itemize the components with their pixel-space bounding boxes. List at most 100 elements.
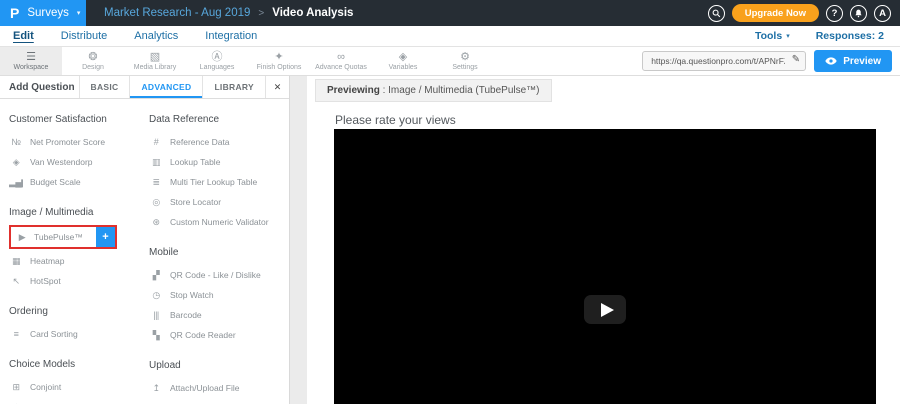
question-type-label: Lookup Table — [170, 157, 220, 167]
surveys-menu[interactable]: P Surveys ▾ — [0, 0, 86, 26]
previewing-label: Previewing — [327, 85, 380, 96]
notifications-button[interactable] — [850, 5, 867, 22]
toolbar-item-design[interactable]: ❂Design — [62, 47, 124, 75]
tag-icon: ◈ — [9, 157, 23, 168]
nav-tab-distribute[interactable]: Distribute — [61, 30, 107, 42]
upload-icon: ↥ — [149, 383, 163, 394]
edit-url-icon[interactable]: ✎ — [792, 54, 800, 65]
toolbar-item-label: Languages — [200, 64, 235, 71]
toolbar-item-advance-quotas[interactable]: ∞Advance Quotas — [310, 47, 372, 75]
preview-button[interactable]: Preview — [814, 50, 892, 72]
caret-down-icon: ▾ — [786, 32, 790, 40]
toolbar-item-media-library[interactable]: ▧Media Library — [124, 47, 186, 75]
question-type-multi-tier-lookup-table[interactable]: ≣Multi Tier Lookup Table — [149, 172, 289, 192]
upgrade-now-button[interactable]: Upgrade Now — [732, 4, 819, 22]
question-type-hotspot[interactable]: ↖HotSpot — [9, 271, 149, 291]
nav-tab-analytics[interactable]: Analytics — [134, 30, 178, 42]
toolbar-item-workspace[interactable]: ☰Workspace — [0, 47, 62, 75]
breadcrumb-survey-link[interactable]: Market Research - Aug 2019 — [104, 7, 250, 19]
question-type-qr-code-reader[interactable]: ▚ QR Code Reader — [149, 325, 289, 345]
question-type-reference-data[interactable]: #Reference Data — [149, 132, 289, 152]
eye-icon — [825, 57, 837, 65]
section-heading: Customer Satisfaction — [9, 114, 149, 125]
heatmap-icon: ▦ — [9, 256, 23, 267]
toolbar-item-languages[interactable]: ⒶLanguages — [186, 47, 248, 75]
responses-link[interactable]: Responses: 2 — [816, 30, 884, 42]
question-type-custom-numeric-validator[interactable]: ⊛Custom Numeric Validator — [149, 212, 289, 232]
question-type-store-locator[interactable]: ◎Store Locator — [149, 192, 289, 212]
topbar-actions: Upgrade Now ? A — [708, 4, 900, 22]
question-type-net-promoter-score[interactable]: №Net Promoter Score — [9, 132, 149, 152]
toolbar-item-label: Settings — [452, 64, 477, 71]
play-button[interactable] — [584, 295, 626, 324]
top-bar: P Surveys ▾ Market Research - Aug 2019 >… — [0, 0, 900, 26]
workspace-toolbar: ☰Workspace❂Design▧Media LibraryⒶLanguage… — [0, 47, 900, 76]
question-type-label: QR Code Reader — [170, 330, 236, 340]
question-type-label: Store Locator — [170, 197, 221, 207]
preview-label: Preview — [843, 56, 881, 67]
previewing-tab: Previewing : Image / Multimedia (TubePul… — [315, 79, 552, 102]
search-button[interactable] — [708, 5, 725, 22]
question-type-label: Attach/Upload File — [170, 383, 239, 393]
question-type-label: TubePulse™ — [34, 232, 83, 242]
tools-menu[interactable]: Tools ▾ — [755, 30, 790, 42]
toolbar-item-settings[interactable]: ⚙Settings — [434, 47, 496, 75]
survey-url-input[interactable] — [642, 51, 806, 71]
toolbar-items: ☰Workspace❂Design▧Media LibraryⒶLanguage… — [0, 47, 496, 75]
question-type-qr-code-like-dislike[interactable]: ▞QR Code - Like / Dislike — [149, 265, 289, 285]
question-type-label: Custom Numeric Validator — [170, 217, 269, 227]
question-type-label: Van Westendorp — [30, 157, 93, 167]
previewing-title: : Image / Multimedia (TubePulse™) — [380, 85, 540, 96]
finish-options-icon: ✦ — [274, 51, 283, 63]
product-name: Surveys — [27, 7, 69, 19]
survey-nav: Edit Distribute Analytics Integration Tools… — [0, 26, 900, 47]
design-icon: ❂ — [88, 51, 97, 63]
tab-library[interactable]: LIBRARY — [202, 76, 265, 98]
question-type-heatmap[interactable]: ▦ Heatmap — [9, 251, 149, 271]
add-question-button[interactable]: + — [96, 227, 115, 247]
toolbar-item-finish-options[interactable]: ✦Finish Options — [248, 47, 310, 75]
question-type-label: Net Promoter Score — [30, 137, 105, 147]
question-type-max-diff[interactable]: ✦Max-Diff — [9, 397, 149, 404]
toolbar-item-variables[interactable]: ◈Variables — [372, 47, 434, 75]
question-text: Please rate your views — [335, 113, 900, 127]
question-type-budget-scale[interactable]: ▂▄▆Budget Scale — [9, 172, 149, 192]
nav-tab-edit[interactable]: Edit — [13, 30, 34, 42]
nav-tab-integration[interactable]: Integration — [205, 30, 257, 42]
section-heading: Mobile — [149, 247, 289, 258]
nav-right: Tools ▾ Responses: 2 — [755, 30, 884, 42]
table-icon: ▥ — [149, 157, 163, 168]
qr-reader-icon: ▚ — [149, 330, 163, 341]
tab-advanced[interactable]: ADVANCED — [129, 76, 202, 98]
question-type-van-westendorp[interactable]: ◈ Van Westendorp — [9, 152, 149, 172]
question-type-signature[interactable]: ✒Signature — [149, 398, 289, 404]
question-type-card-sorting[interactable]: ≡Card Sorting — [9, 324, 149, 344]
breadcrumb: Market Research - Aug 2019 > Video Analy… — [104, 7, 353, 19]
workspace-icon: ☰ — [26, 51, 36, 63]
survey-url-wrap: ✎ — [642, 51, 806, 71]
toolbar-right: ✎ Preview — [642, 47, 900, 75]
section-heading: Image / Multimedia — [9, 207, 149, 218]
question-type-lookup-table[interactable]: ▥ Lookup Table — [149, 152, 289, 172]
question-type-conjoint[interactable]: ⊞Conjoint — [9, 377, 149, 397]
nav-tabs: Edit Distribute Analytics Integration — [13, 30, 257, 42]
question-type-label: Conjoint — [30, 382, 61, 392]
question-type-stop-watch[interactable]: ◷Stop Watch — [149, 285, 289, 305]
question-type-label: Reference Data — [170, 137, 230, 147]
question-column-2: Data Reference#Reference Data▥Lookup Tab… — [149, 99, 289, 404]
close-panel-button[interactable]: ✕ — [265, 76, 289, 98]
panel-title: Add Question — [0, 76, 79, 98]
media-library-icon: ▧ — [150, 51, 160, 63]
video-player[interactable] — [334, 129, 876, 404]
question-type-barcode[interactable]: |||Barcode — [149, 305, 289, 325]
avatar[interactable]: A — [874, 5, 891, 22]
help-button[interactable]: ? — [826, 5, 843, 22]
question-type-label: Card Sorting — [30, 329, 78, 339]
tab-basic[interactable]: BASIC — [79, 76, 130, 98]
languages-icon: Ⓐ — [212, 51, 223, 63]
question-type-attach-upload-file[interactable]: ↥ Attach/Upload File — [149, 378, 289, 398]
question-type-label: HotSpot — [30, 276, 61, 286]
question-type-tubepulse[interactable]: ▶TubePulse™+ — [9, 225, 117, 249]
question-type-label: Heatmap — [30, 256, 65, 266]
add-question-header: Add Question BASICADVANCEDLIBRARY ✕ — [0, 76, 289, 99]
